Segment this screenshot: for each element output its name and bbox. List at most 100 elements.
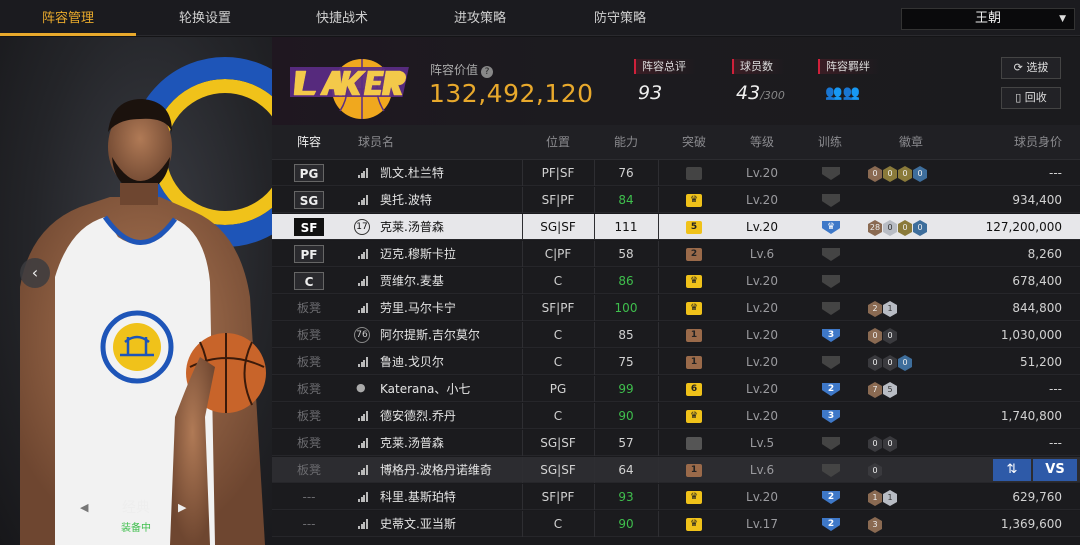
table-row[interactable]: 板凳 德安德烈.乔丹 C 90 ♛ Lv.20 3 1,740,800 [272,403,1080,429]
pick-button[interactable]: ⟳ 选拔 [1001,57,1061,79]
badge-icon[interactable]: 0 [883,436,897,452]
badge-icon[interactable]: 28 [868,220,882,236]
badge-icon[interactable]: 0 [898,355,912,371]
player-name[interactable]: 科里.基斯珀特 [380,484,456,510]
badge-icon[interactable]: 0 [868,328,882,344]
training-icon[interactable] [822,302,840,315]
badge-icon[interactable]: 0 [868,355,882,371]
badge-icon[interactable]: 0 [868,166,882,182]
col-ability[interactable]: 能力 [594,125,658,160]
crown-icon[interactable]: ♛ [686,275,702,288]
col-break[interactable]: 突破 [658,125,730,160]
badge-icon[interactable]: 0 [868,463,882,479]
vs-compare-button[interactable]: VS [1033,459,1077,481]
col-level[interactable]: 等级 [730,125,794,160]
badge-icon[interactable]: 0 [898,166,912,182]
badge-icon[interactable]: 0 [883,355,897,371]
badge-icon[interactable]: 0 [883,220,897,236]
table-row[interactable]: --- 科里.基斯珀特 SF|PF 93 ♛ Lv.20 2 1 1 629,760 [272,484,1080,510]
player-name[interactable]: 德安德烈.乔丹 [380,403,456,429]
player-name[interactable]: 阿尔提斯.吉尔莫尔 [380,322,480,348]
player-name[interactable]: 贾维尔.麦基 [380,268,444,294]
player-name[interactable]: 迈克.穆斯卡拉 [380,241,456,267]
table-row[interactable]: 板凳 克莱.汤普森 SG|SF 57 Lv.5 0 0 --- [272,430,1080,456]
crown-icon[interactable]: ♛ [686,410,702,423]
training-icon[interactable] [822,248,840,261]
col-position[interactable]: 位置 [522,125,594,160]
badge-icon[interactable]: 0 [883,328,897,344]
help-icon[interactable]: ? [481,66,494,78]
tab-quick-tactics[interactable]: 快捷战术 [274,0,410,36]
break-level-icon[interactable]: 1 [686,356,702,369]
training-icon[interactable] [822,167,840,180]
break-level-icon[interactable]: 2 [686,248,702,261]
break-level-icon[interactable]: 1 [686,464,702,477]
player-name[interactable]: 博格丹.波格丹诺维奇 [380,457,492,483]
player-name[interactable]: 鲁迪.戈贝尔 [380,349,444,375]
break-level-icon[interactable]: 5 [686,221,702,234]
badge-icon[interactable]: 2 [868,301,882,317]
break-level-icon[interactable] [686,437,702,450]
table-row[interactable]: 板凳 ● Katerana、小七 PG 99 6 Lv.20 2 7 5 --- [272,376,1080,402]
tab-rotation-settings[interactable]: 轮换设置 [137,0,273,36]
recycle-button[interactable]: ▯ 回收 [1001,87,1061,109]
player-name[interactable]: 凯文.杜兰特 [380,160,444,186]
col-player-name[interactable]: 球员名 [356,125,396,160]
crown-icon[interactable]: ♛ [686,194,702,207]
training-crown-icon[interactable]: ♛ [822,221,840,234]
team-select[interactable]: 王朝 ▼ [901,8,1075,30]
tab-defense-strategy[interactable]: 防守策略 [552,0,688,36]
badge-icon[interactable]: 5 [883,382,897,398]
swap-button[interactable]: ⇅ [993,459,1031,481]
badge-icon[interactable]: 0 [913,166,927,182]
table-row[interactable]: 板凳 鲁迪.戈贝尔 C 75 1 Lv.20 0 0 0 51,200 [272,349,1080,375]
training-icon[interactable] [822,275,840,288]
badge-icon[interactable]: 0 [898,220,912,236]
previous-arrow-button[interactable]: ‹ [20,258,50,288]
training-icon[interactable]: 2 [822,518,840,531]
crown-icon[interactable]: ♛ [686,491,702,504]
training-icon[interactable] [822,437,840,450]
player-name[interactable]: 劳里.马尔卡宁 [380,295,456,321]
training-icon[interactable]: 2 [822,383,840,396]
table-row[interactable]: 板凳 76 阿尔提斯.吉尔莫尔 C 85 1 Lv.20 3 0 0 1,030,000 [272,322,1080,348]
player-name[interactable]: 克莱.汤普森 [380,214,444,240]
table-row[interactable]: 板凳 博格丹.波格丹诺维奇 SG|SF 64 1 Lv.6 0 ⇅ VS [272,457,1080,483]
break-level-icon[interactable] [686,167,702,180]
badge-icon[interactable]: 3 [868,517,882,533]
mode-prev-icon[interactable]: ◀ [80,501,88,514]
training-icon[interactable] [822,464,840,477]
badge-icon[interactable]: 7 [868,382,882,398]
badge-icon[interactable]: 1 [868,490,882,506]
badge-icon[interactable]: 0 [913,220,927,236]
badge-icon[interactable]: 0 [883,166,897,182]
player-name[interactable]: 克莱.汤普森 [380,430,444,456]
crown-icon[interactable]: ♛ [686,302,702,315]
bond-icons[interactable]: 👥👥 [825,85,860,101]
table-row[interactable]: --- 史蒂文.亚当斯 C 90 ♛ Lv.17 2 3 1,369,600 [272,511,1080,537]
badge-icon[interactable]: 0 [868,436,882,452]
crown-icon[interactable]: ♛ [686,518,702,531]
badge-icon[interactable]: 1 [883,301,897,317]
table-row[interactable]: PG 凯文.杜兰特 PF|SF 76 Lv.20 0 0 0 0 --- [272,160,1080,186]
training-icon[interactable]: 2 [822,491,840,504]
training-icon[interactable]: 3 [822,329,840,342]
player-name[interactable]: 奥托.波特 [380,187,432,213]
training-icon[interactable] [822,356,840,369]
table-row[interactable]: 板凳 劳里.马尔卡宁 SF|PF 100 ♛ Lv.20 2 1 844,800 [272,295,1080,321]
table-row[interactable]: SF 17 克莱.汤普森 SG|SF 111 5 Lv.20 ♛ 28 0 0 0 127,200,00… [272,214,1080,240]
col-badges[interactable]: 徽章 [868,125,954,160]
tab-offense-strategy[interactable]: 进攻策略 [412,0,548,36]
break-level-icon[interactable]: 6 [686,383,702,396]
training-icon[interactable] [822,194,840,207]
break-level-icon[interactable]: 1 [686,329,702,342]
table-row[interactable]: C 贾维尔.麦基 C 86 ♛ Lv.20 678,400 [272,268,1080,294]
table-row[interactable]: SG 奥托.波特 SF|PF 84 ♛ Lv.20 934,400 [272,187,1080,213]
col-training[interactable]: 训练 [802,125,858,160]
col-price[interactable]: 球员身价 [962,125,1062,160]
col-lineup[interactable]: 阵容 [294,125,324,160]
mode-next-icon[interactable]: ▶ [178,501,186,514]
tab-lineup-management[interactable]: 阵容管理 [0,0,136,36]
training-icon[interactable]: 3 [822,410,840,423]
table-row[interactable]: PF 迈克.穆斯卡拉 C|PF 58 2 Lv.6 8,260 [272,241,1080,267]
